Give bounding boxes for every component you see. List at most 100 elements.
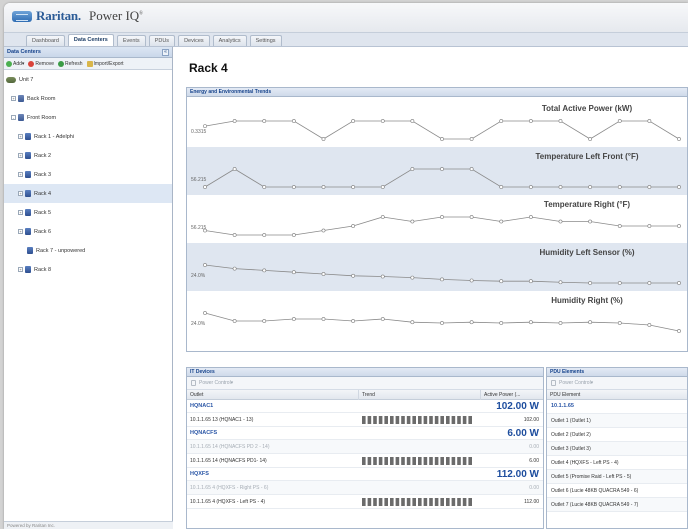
expand-icon[interactable]: + [18, 210, 23, 215]
expand-icon[interactable]: + [18, 191, 23, 196]
spark-bar [434, 457, 439, 465]
col-outlet[interactable]: Outlet [187, 390, 359, 400]
tree-item-unit[interactable]: Unit 7 [4, 70, 172, 89]
tree-label: Rack 3 [34, 171, 52, 178]
group-row[interactable]: HQNAC1 102.00 W [187, 400, 543, 413]
table-row[interactable]: 10.1.1.65 14 (HQNACFS PD 2 - 14) 0.00 [187, 440, 543, 454]
spark-bar [468, 498, 472, 506]
tree-item-rack-5[interactable]: + Rack 5 [4, 203, 172, 222]
data-point [351, 224, 356, 228]
data-point [647, 119, 652, 123]
data-point [440, 167, 444, 171]
col-trend[interactable]: Trend [359, 390, 481, 400]
rack-icon [25, 209, 31, 216]
col-active-power[interactable]: Active Power (... [481, 390, 543, 400]
tab-data-centers[interactable]: Data Centers [67, 34, 114, 46]
data-point [203, 185, 207, 189]
expand-icon[interactable]: + [11, 96, 16, 101]
remove-button[interactable]: Remove [28, 60, 54, 67]
col-pdu-element[interactable]: PDU Element [547, 390, 687, 400]
tab-settings[interactable]: Settings [249, 35, 282, 46]
expand-icon[interactable]: + [18, 153, 23, 158]
data-point [440, 321, 444, 325]
group-row[interactable]: HQXFS 112.00 W [187, 468, 543, 481]
pdu-power-control-label: Power Control▾ [559, 380, 594, 386]
data-point [647, 281, 652, 285]
pdu-row[interactable]: Outlet 1 (Outlet 1) [547, 414, 687, 428]
data-point [617, 119, 622, 123]
data-point [380, 317, 385, 321]
power-control-button[interactable]: Power Control▾ [187, 377, 543, 390]
tree-item-front-room[interactable]: - Front Room [4, 108, 172, 127]
tab-analytics[interactable]: Analytics [212, 35, 247, 46]
table-row[interactable]: 10.1.1.65 13 (HQNAC1 - 13) 102.00 [187, 413, 543, 427]
spark-bar [390, 416, 394, 424]
group-row[interactable]: HQNACFS 6.00 W [187, 427, 543, 440]
tree-item-rack-7[interactable]: Rack 7 - unpowered [4, 241, 172, 260]
expand-icon[interactable]: + [18, 134, 23, 139]
tab-events[interactable]: Events [116, 35, 146, 46]
expand-icon[interactable]: + [18, 267, 23, 272]
pdu-group-row[interactable]: 10.1.1.65 [547, 400, 687, 414]
pdu-row[interactable]: Outlet 4 (HQXFS - Left PS - 4) [547, 456, 687, 470]
room-icon [18, 95, 24, 102]
spark-bar [406, 498, 411, 506]
tree-item-rack-1[interactable]: + Rack 1 - Adelphi [4, 127, 172, 146]
pdu-row[interactable]: Outlet 5 (Promise Raid - Left PS - 5) [547, 470, 687, 484]
tree-item-rack-2[interactable]: + Rack 2 [4, 146, 172, 165]
spark-bar [401, 498, 405, 506]
tree-item-rack-8[interactable]: + Rack 8 [4, 260, 172, 279]
spark-bar [406, 416, 411, 424]
add-button[interactable]: Add▾ [6, 60, 25, 67]
table-row[interactable]: 10.1.1.65 14 (HQNACFS PD1- 14) 6.00 [187, 454, 543, 468]
data-point [203, 228, 207, 233]
pdu-row[interactable]: Outlet 2 (Outlet 2) [547, 428, 687, 442]
tab-devices[interactable]: Devices [178, 35, 210, 46]
pdu-row[interactable]: Outlet 6 (Lucie 48KB QUACRA 549 - 6) [547, 484, 687, 498]
group-total: 112.00 W [496, 469, 539, 480]
tab-dashboard[interactable]: Dashboard [26, 35, 65, 46]
tree-item-back-room[interactable]: + Back Room [4, 89, 172, 108]
spark-bar [373, 457, 377, 465]
data-point [499, 119, 504, 123]
data-point [262, 185, 267, 189]
spark-bar [418, 498, 422, 506]
data-point [351, 185, 356, 189]
tree-item-rack-4[interactable]: + Rack 4 [4, 184, 172, 203]
spark-bar [462, 457, 467, 465]
refresh-icon [58, 60, 65, 67]
data-point [647, 224, 652, 228]
tree-item-rack-3[interactable]: + Rack 3 [4, 165, 172, 184]
app-window: Raritan. Power IQ® Dashboard Data Center… [4, 3, 688, 529]
data-point [617, 281, 622, 285]
expand-icon[interactable]: + [18, 229, 23, 234]
expand-icon[interactable]: + [18, 172, 23, 177]
data-point [588, 281, 593, 285]
import-export-button[interactable]: Import/Export [86, 60, 124, 67]
collapse-sidebar-button[interactable]: « [162, 49, 169, 56]
data-point [262, 119, 267, 123]
tree-label: Rack 1 - Adelphi [34, 133, 75, 140]
trend-sparkbar [362, 457, 472, 465]
spark-bar [457, 416, 461, 424]
tab-pdus[interactable]: PDUs [148, 35, 176, 46]
data-point [617, 321, 622, 325]
refresh-button[interactable]: Refresh [58, 60, 83, 67]
spark-bar [468, 457, 472, 465]
pdu-row[interactable]: Outlet 7 (Lucie 48KB QUACRA 549 - 7) [547, 498, 687, 512]
collapse-icon[interactable]: - [11, 115, 16, 120]
tree-item-rack-6[interactable]: + Rack 6 [4, 222, 172, 241]
pdu-power-control-button[interactable]: Power Control▾ [547, 377, 687, 390]
data-point [440, 277, 444, 282]
room-icon [18, 114, 24, 121]
tree-label: Rack 5 [34, 209, 52, 216]
chart-start-label: 0.3315 [191, 129, 207, 135]
pdu-element-name: Outlet 4 (HQXFS - Left PS - 4) [551, 460, 619, 466]
table-row[interactable]: 10.1.1.65 4 (HQXFS - Left PS - 4) 112.00 [187, 495, 543, 509]
it-devices-header: Outlet Trend Active Power (... [187, 390, 543, 400]
add-label: Add▾ [13, 60, 25, 67]
pdu-row[interactable]: Outlet 3 (Outlet 3) [547, 442, 687, 456]
table-row[interactable]: 10.1.1.65 4 (HQXFS - Right PS - 6) 0.00 [187, 481, 543, 495]
group-name: HQNAC1 [190, 403, 214, 409]
brand-name: Raritan. [36, 8, 81, 23]
